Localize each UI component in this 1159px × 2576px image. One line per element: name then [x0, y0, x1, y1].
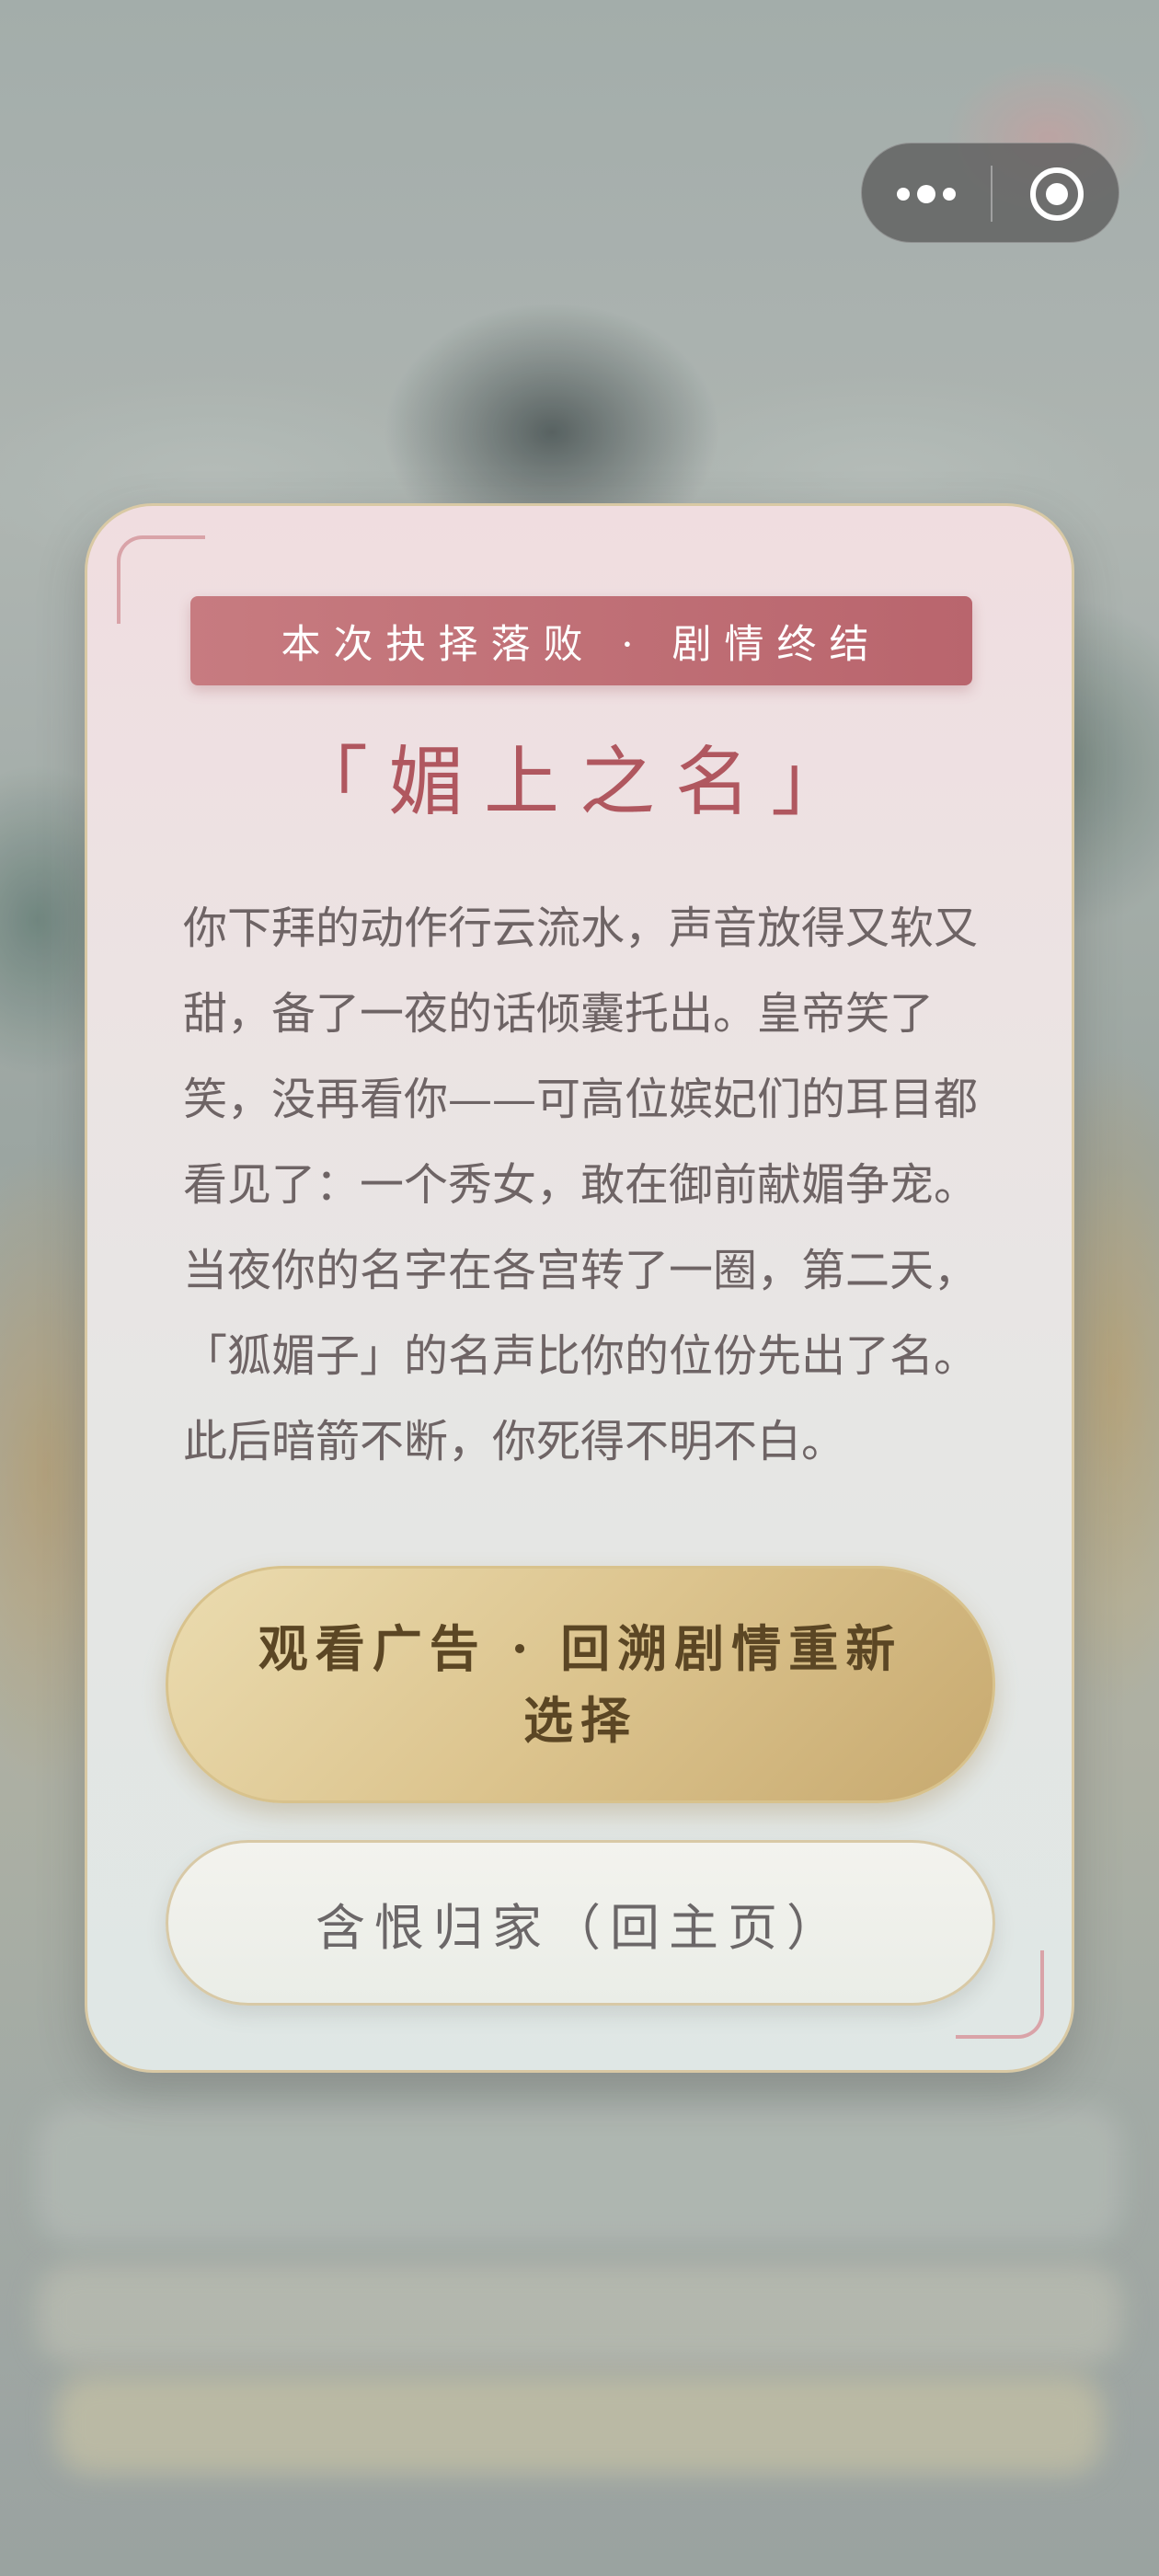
description-line: 甜，备了一夜的话倾囊托出。皇帝笑了 — [183, 988, 935, 1040]
more-button[interactable] — [862, 144, 991, 244]
description-line: 看见了：一个秀女，敢在御前献媚争宠。 — [183, 1159, 979, 1211]
target-circle-icon — [1029, 167, 1084, 221]
description-line: 笑，没再看你——可高位嫔妃们的耳目都 — [183, 1074, 979, 1125]
mini-program-capsule — [861, 143, 1119, 243]
return-home-button[interactable]: 含恨归家（回主页） — [166, 1840, 995, 2006]
close-mini-program-button[interactable] — [993, 144, 1120, 244]
game-over-dialog: 本次抉择落败 · 剧情终结 「媚上之名」 你下拜的动作行云流水，声音放得又软又 … — [85, 503, 1074, 2073]
watch-ad-retry-button[interactable]: 观看广告 · 回溯剧情重新选择 — [166, 1566, 995, 1803]
description-line: 当夜你的名字在各宫转了一圈，第二天， — [183, 1245, 979, 1296]
watch-ad-retry-label: 观看广告 · 回溯剧情重新选择 — [258, 1619, 903, 1750]
ending-description: 你下拜的动作行云流水，声音放得又软又 甜，备了一夜的话倾囊托出。皇帝笑了 笑，没… — [183, 886, 983, 1485]
description-line: 此后暗箭不断，你死得不明不白。 — [183, 1416, 846, 1467]
result-banner: 本次抉择落败 · 剧情终结 — [190, 596, 972, 685]
description-line: 你下拜的动作行云流水，声音放得又软又 — [183, 903, 979, 954]
ending-title: 「媚上之名」 — [292, 739, 866, 826]
description-line: 「狐媚子」的名声比你的位份先出了名。 — [183, 1330, 979, 1382]
more-dots-icon — [897, 184, 956, 203]
